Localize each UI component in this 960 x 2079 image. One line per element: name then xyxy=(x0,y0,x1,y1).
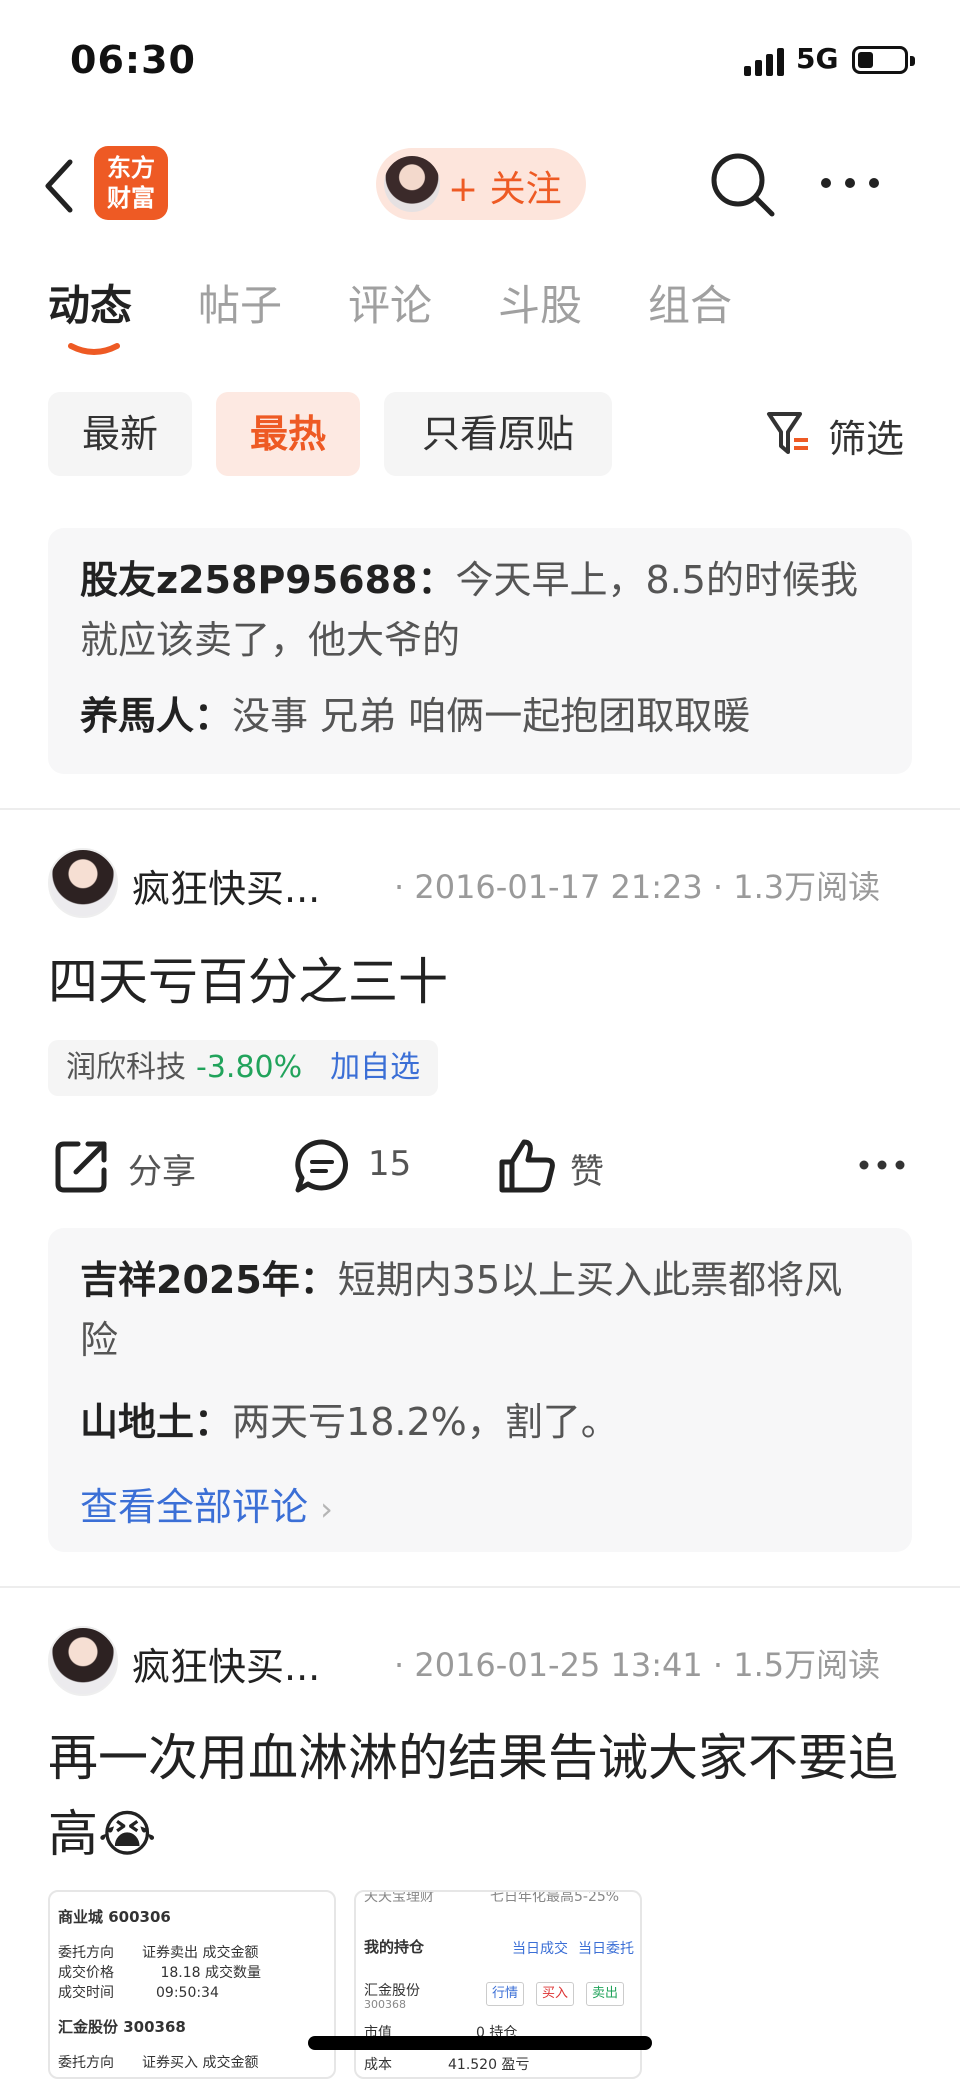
like-button[interactable]: 赞 xyxy=(498,1126,638,1206)
signal-icon xyxy=(744,46,786,76)
post-reads: 1.5万阅读 xyxy=(733,1646,881,1684)
comment-username[interactable]: 山地土 xyxy=(80,1400,194,1444)
view-all-comments-link[interactable]: 查看全部评论 › xyxy=(80,1476,333,1531)
share-icon xyxy=(55,1141,107,1193)
stock-tag[interactable]: 润欣科技 -3.80% 加自选 xyxy=(48,1040,439,1096)
post-meta: · 2016-01-25 13:41 · 1.5万阅读 xyxy=(394,1646,881,1684)
tab-dynamic[interactable]: 动态 xyxy=(48,272,132,333)
comment-username[interactable]: 吉祥2025年 xyxy=(80,1258,300,1302)
filter-label: 筛选 xyxy=(828,417,905,461)
post-title[interactable]: 再一次用血淋淋的结果告诫大家不要追高😭 xyxy=(48,1720,908,1872)
more-button[interactable] xyxy=(818,168,882,198)
post-title[interactable]: 四天亏百分之三十 xyxy=(48,944,908,1020)
comment-item: 吉祥2025年：短期内35以上买入此票都将风险 xyxy=(80,1258,843,1362)
tab-portfolio[interactable]: 组合 xyxy=(648,272,732,333)
post-time: 2016-01-17 21:23 xyxy=(414,868,703,906)
post-meta: · 2016-01-17 21:23 · 1.3万阅读 xyxy=(394,868,881,906)
filter-icon xyxy=(767,412,808,454)
comment-item: 养馬人：没事 兄弟 咱俩一起抱团取取暖 xyxy=(80,694,751,738)
follow-label: + 关注 xyxy=(448,169,562,210)
post-actions: 分享 15 赞 xyxy=(0,1126,960,1206)
search-icon xyxy=(711,153,775,217)
comment-item: 山地土：两天亏18.2%，割了。 xyxy=(80,1400,619,1444)
chip-original-only[interactable]: 只看原贴 xyxy=(384,392,612,476)
status-time: 06:30 xyxy=(70,38,196,82)
avatar xyxy=(384,156,440,212)
tab-posts[interactable]: 帖子 xyxy=(198,272,282,333)
stock-name: 润欣科技 xyxy=(66,1050,186,1085)
post-author[interactable]: 疯狂快买... xyxy=(132,858,320,913)
divider xyxy=(0,808,960,810)
search-button[interactable] xyxy=(708,150,778,220)
follow-button[interactable]: + 关注 xyxy=(376,148,586,220)
comment-username[interactable]: 股友z258P95688 xyxy=(80,558,418,602)
chip-latest[interactable]: 最新 xyxy=(48,392,192,476)
divider xyxy=(0,1586,960,1588)
share-button[interactable]: 分享 xyxy=(54,1126,214,1206)
battery-icon xyxy=(852,46,915,74)
back-button[interactable] xyxy=(40,156,80,216)
comment-item: 股友z258P95688：今天早上，8.5的时候我就应该卖了，他大爷的 xyxy=(80,558,858,662)
top-nav: 东方 财富 + 关注 xyxy=(0,130,960,240)
app-logo[interactable]: 东方 财富 xyxy=(94,146,168,220)
chip-hottest[interactable]: 最热 xyxy=(216,392,360,476)
tab-stock-battle[interactable]: 斗股 xyxy=(498,272,582,333)
post-time: 2016-01-25 13:41 xyxy=(414,1646,703,1684)
comment-text: 两天亏18.2%，割了。 xyxy=(232,1400,619,1444)
network-type: 5G xyxy=(796,42,839,75)
post-comments-box[interactable]: 吉祥2025年：短期内35以上买入此票都将风险 山地土：两天亏18.2%，割了。… xyxy=(48,1228,912,1552)
comment-button[interactable]: 15 xyxy=(294,1126,434,1206)
like-label: 赞 xyxy=(570,1152,604,1192)
avatar[interactable] xyxy=(48,1626,118,1696)
comment-username[interactable]: 养馬人 xyxy=(80,694,194,738)
post-image-thumbnail[interactable]: 商业城 600306 委托方向 证券卖出 成交金额 成交价格 18.18 成交数… xyxy=(48,1890,336,2079)
post-image-thumbnail[interactable]: 天天宝理财 七日年化最高5-25% 我的持仓 当日成交 当日委托 汇金股份 30… xyxy=(354,1890,642,2079)
thumbs-up-icon xyxy=(499,1139,555,1193)
avatar[interactable] xyxy=(48,848,118,918)
post-author[interactable]: 疯狂快买... xyxy=(132,1636,320,1691)
stock-change: -3.80% xyxy=(196,1050,303,1085)
comment-count: 15 xyxy=(368,1144,412,1184)
chevron-right-icon: › xyxy=(320,1490,333,1528)
home-indicator xyxy=(308,2036,652,2050)
active-tab-indicator xyxy=(68,343,120,355)
add-watchlist-button[interactable]: 加自选 xyxy=(330,1050,420,1085)
comment-icon xyxy=(295,1139,349,1193)
chevron-left-icon xyxy=(45,159,73,213)
post-more-icon[interactable] xyxy=(858,1158,906,1172)
post-reads: 1.3万阅读 xyxy=(733,868,881,906)
comment-text: 没事 兄弟 咱俩一起抱团取取暖 xyxy=(232,694,751,738)
status-bar: 06:30 5G xyxy=(0,0,960,120)
share-label: 分享 xyxy=(128,1152,196,1192)
tab-comments[interactable]: 评论 xyxy=(348,272,432,333)
comment-preview-box[interactable]: 股友z258P95688：今天早上，8.5的时候我就应该卖了，他大爷的 养馬人：… xyxy=(48,528,912,774)
more-icon xyxy=(821,178,879,188)
